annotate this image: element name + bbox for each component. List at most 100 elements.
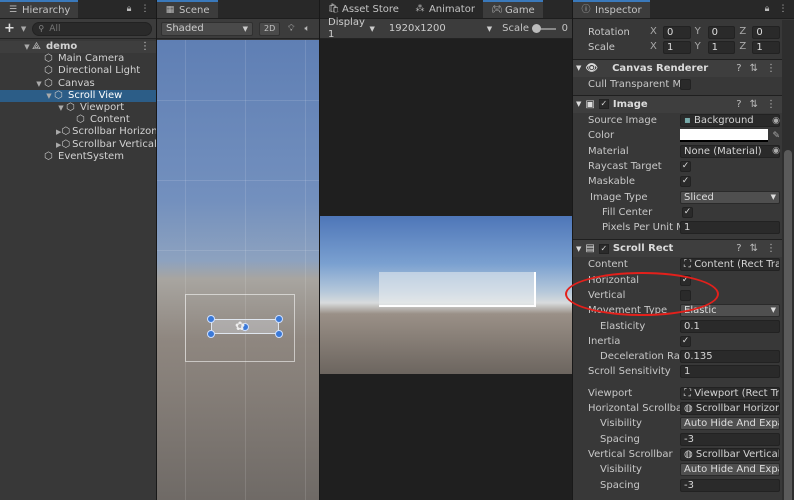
movement-type-dropdown[interactable]: Elastic ▼ xyxy=(680,304,780,318)
preset-icon[interactable]: ⇅ xyxy=(750,99,758,110)
help-icon[interactable]: ? xyxy=(736,99,741,110)
source-image-field[interactable]: ▪ Background xyxy=(680,114,780,128)
eyedropper-icon[interactable]: ✎ xyxy=(772,131,780,141)
gizmo-handle[interactable] xyxy=(207,330,215,338)
raycast-target-checkbox[interactable]: ✓ xyxy=(680,160,691,172)
scale-y-field[interactable]: 1 xyxy=(707,41,736,55)
fill-center-checkbox[interactable]: ✓ xyxy=(682,206,693,218)
tab-animator[interactable]: ⁂ Animator xyxy=(407,0,483,18)
rotation-x-field[interactable]: 0 xyxy=(663,26,691,40)
h-visibility-dropdown[interactable]: Auto Hide And Expa xyxy=(680,417,780,431)
foldout-arrow-icon[interactable]: ▼ xyxy=(576,64,581,72)
inertia-checkbox[interactable]: ✓ xyxy=(680,335,691,347)
object-picker-icon[interactable]: ◉ xyxy=(772,116,780,126)
search-icon: ⚲ xyxy=(38,23,45,33)
cull-transparent-checkbox[interactable] xyxy=(680,78,691,90)
tab-inspector[interactable]: ⓘ Inspector xyxy=(573,0,650,18)
audio-toggle-icon[interactable]: 🔈︎ xyxy=(302,24,312,34)
tree-item-eventsystem[interactable]: ⬡ EventSystem xyxy=(0,151,156,163)
foldout-arrow-icon[interactable]: ▼ xyxy=(576,100,581,108)
game-viewport[interactable] xyxy=(320,216,572,374)
sprite-icon: ▪ xyxy=(684,115,694,127)
preset-icon[interactable]: ⇅ xyxy=(750,63,758,74)
tree-item-canvas[interactable]: ▼ ⬡ Canvas xyxy=(0,78,156,90)
tree-item-directional-light[interactable]: ⬡ Directional Light xyxy=(0,65,156,77)
horizontal-checkbox[interactable]: ✓ xyxy=(680,274,691,286)
vertical-checkbox[interactable] xyxy=(680,290,691,301)
canvas-renderer-header[interactable]: ▼ 👁︎ Canvas Renderer ? ⇅ ⋮ xyxy=(573,58,794,77)
v-spacing-field[interactable]: -3 xyxy=(680,478,780,492)
anchor-flower-icon[interactable]: ✿ xyxy=(235,319,245,333)
scene-viewport[interactable]: ✿ xyxy=(157,40,319,500)
gizmo-handle[interactable] xyxy=(275,315,283,323)
material-field[interactable]: None (Material) xyxy=(680,144,780,158)
deceleration-rate-field[interactable]: 0.135 xyxy=(680,350,780,364)
kebab-menu-icon[interactable]: ⋮ xyxy=(766,243,776,254)
gizmo-handle[interactable] xyxy=(207,315,215,323)
scale-z-field[interactable]: 1 xyxy=(752,41,781,55)
elasticity-field[interactable]: 0.1 xyxy=(680,319,780,333)
maskable-checkbox[interactable]: ✓ xyxy=(680,176,691,188)
expand-arrow-icon[interactable]: ▼ xyxy=(22,41,32,53)
tab-scene[interactable]: ▦ Scene xyxy=(157,0,218,18)
kebab-menu-icon[interactable]: ⋮ xyxy=(766,63,776,74)
add-dropdown-icon[interactable]: ▼ xyxy=(21,25,26,33)
2d-toggle-button[interactable]: 2D xyxy=(259,21,281,36)
tab-animator-label: Animator xyxy=(428,3,475,15)
expand-arrow-icon[interactable]: ▼ xyxy=(34,78,44,90)
tab-asset-store[interactable]: 🛍︎ Asset Store xyxy=(320,0,407,18)
color-swatch[interactable] xyxy=(680,129,768,143)
tree-item-scrollbar-vertical[interactable]: ▶ ⬡ Scrollbar Vertical xyxy=(0,139,156,151)
rotation-y-field[interactable]: 0 xyxy=(707,26,736,40)
preset-icon[interactable]: ⇅ xyxy=(750,243,758,254)
inspector-scrollbar-thumb[interactable] xyxy=(784,150,792,500)
image-enabled-checkbox[interactable]: ✓ xyxy=(598,99,609,110)
inspector-scrollbar[interactable] xyxy=(782,20,794,500)
scale-x-field[interactable]: 1 xyxy=(663,41,691,55)
pixels-per-unit-field[interactable]: 1 xyxy=(680,221,780,235)
tree-item-demo[interactable]: ▼ ⟁ demo ⋮ xyxy=(0,41,156,54)
kebab-menu-icon[interactable]: ⋮ xyxy=(140,4,150,14)
image-header[interactable]: ▼ ▣ ✓ Image ? ⇅ ⋮ xyxy=(573,94,794,113)
content-field[interactable]: ⛶ Content (Rect Tra xyxy=(680,258,780,272)
tree-item-scrollbar-horizontal[interactable]: ▶ ⬡ Scrollbar Horizont xyxy=(0,126,156,138)
rotation-z-field[interactable]: 0 xyxy=(752,26,781,40)
add-button[interactable]: + xyxy=(4,21,15,36)
scroll-sensitivity-field[interactable]: 1 xyxy=(680,365,780,379)
tab-hierarchy[interactable]: ☰ Hierarchy xyxy=(0,0,79,18)
v-visibility-dropdown[interactable]: Auto Hide And Expa xyxy=(680,463,780,477)
scroll-rect-enabled-checkbox[interactable]: ✓ xyxy=(598,243,609,254)
display-dropdown[interactable]: Display 1 ▼ xyxy=(324,17,379,40)
hierarchy-search-input[interactable]: ⚲ All xyxy=(32,21,152,36)
shading-mode-dropdown[interactable]: Shaded ▼ xyxy=(161,21,253,36)
horizontal-scrollbar-field[interactable]: ◍ Scrollbar Horizon xyxy=(680,402,780,416)
tree-item-content[interactable]: ⬡ Content xyxy=(0,114,156,126)
scroll-rect-header[interactable]: ▼ ▤ ✓ Scroll Rect ? ⇅ ⋮ xyxy=(573,239,794,258)
h-spacing-field[interactable]: -3 xyxy=(680,432,780,446)
lock-icon[interactable]: 🔒︎ xyxy=(762,4,772,14)
kebab-menu-icon[interactable]: ⋮ xyxy=(140,41,150,53)
tree-item-main-camera[interactable]: ⬡ Main Camera xyxy=(0,53,156,65)
lighting-toggle-icon[interactable]: 💡︎ xyxy=(286,24,296,34)
kebab-menu-icon[interactable]: ⋮ xyxy=(778,4,788,14)
vertical-scrollbar-field[interactable]: ◍ Scrollbar Vertical xyxy=(680,447,780,461)
scale-slider-knob[interactable] xyxy=(532,23,541,33)
tree-item-viewport[interactable]: ▼ ⬡ Viewport xyxy=(0,102,156,114)
scale-slider[interactable] xyxy=(532,23,556,33)
lock-icon[interactable]: 🔒︎ xyxy=(124,4,134,14)
tree-item-scroll-view[interactable]: ▼ ⬡ Scroll View xyxy=(0,89,156,102)
kebab-menu-icon[interactable]: ⋮ xyxy=(766,99,776,110)
v-visibility-label: Visibility xyxy=(600,464,642,476)
object-picker-icon[interactable]: ◉ xyxy=(772,146,780,156)
expand-arrow-icon[interactable]: ▼ xyxy=(44,90,54,102)
tab-game[interactable]: 🎮︎ Game xyxy=(482,0,543,18)
help-icon[interactable]: ? xyxy=(736,243,741,254)
gizmo-handle[interactable] xyxy=(275,330,283,338)
gameobject-cube-icon: ⬡ xyxy=(44,77,53,89)
expand-arrow-icon[interactable]: ▼ xyxy=(56,102,66,114)
help-icon[interactable]: ? xyxy=(736,63,741,74)
resolution-dropdown[interactable]: 1920x1200 ▼ xyxy=(385,22,496,36)
viewport-field[interactable]: ⛶ Viewport (Rect Tr xyxy=(680,386,780,400)
foldout-arrow-icon[interactable]: ▼ xyxy=(576,245,581,253)
image-type-dropdown[interactable]: Sliced ▼ xyxy=(680,190,780,204)
